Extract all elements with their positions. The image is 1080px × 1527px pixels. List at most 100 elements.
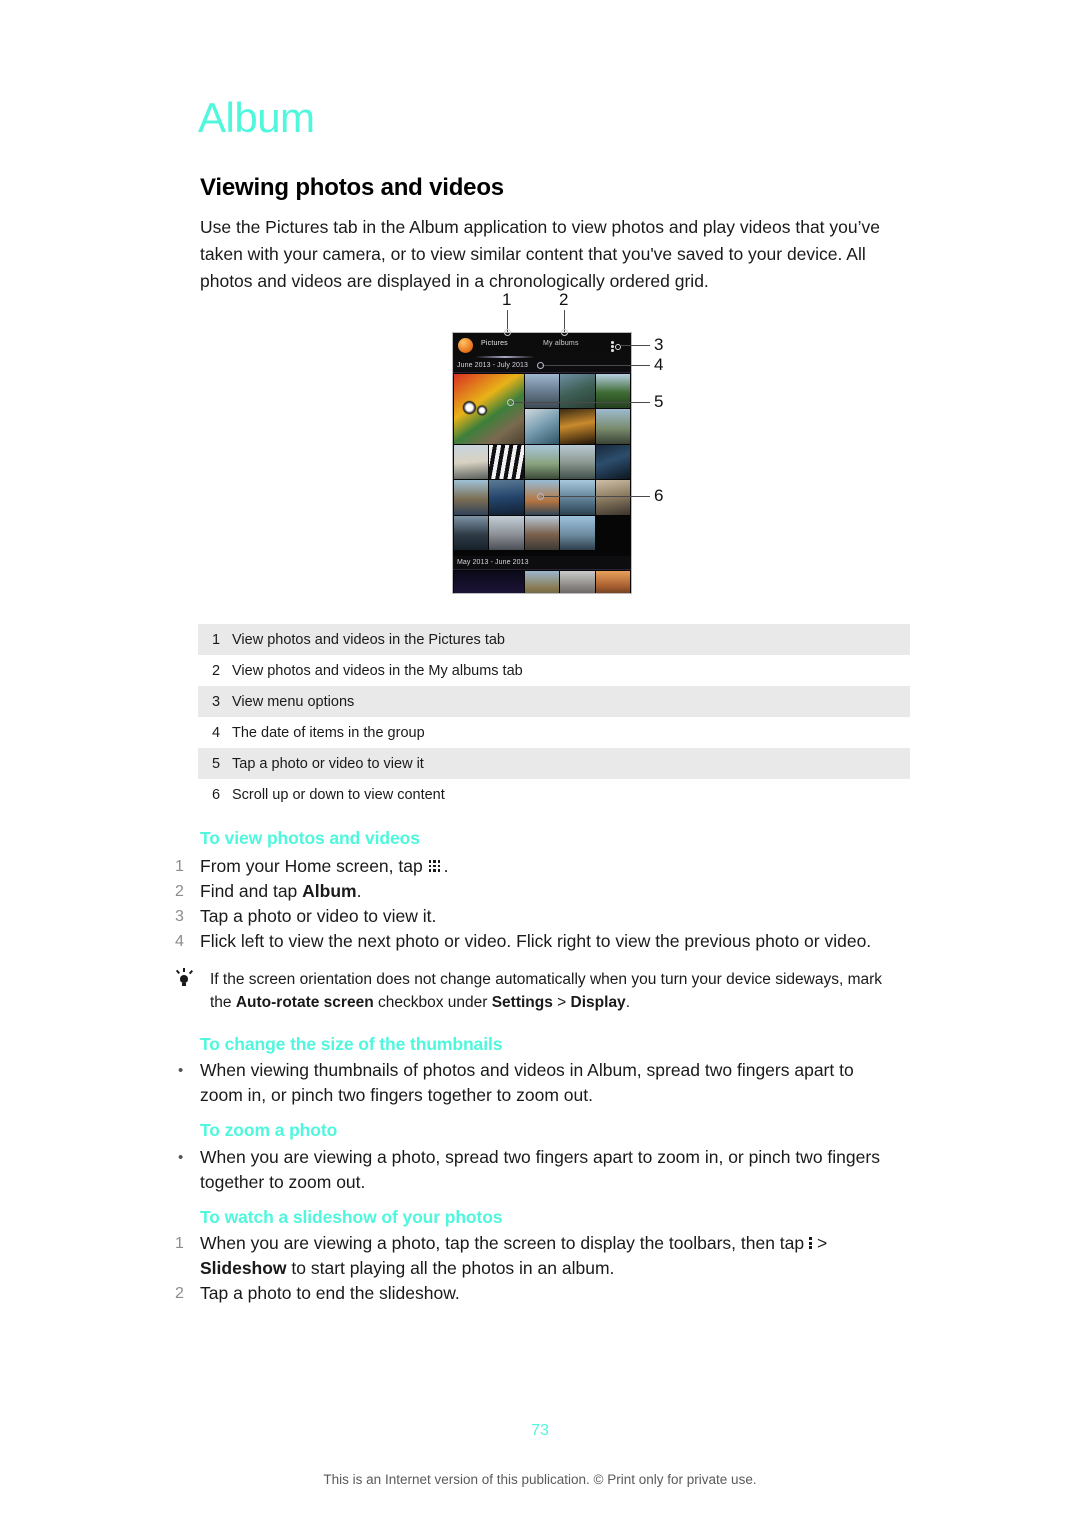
bullet-marker: • [178,1062,184,1079]
thumbnail[interactable] [560,571,595,593]
procedure-heading-zoom-photo: To zoom a photo [200,1120,338,1140]
callout-number-4: 4 [654,355,664,374]
table-row: 3 View menu options [198,686,910,717]
callout-anchor-4 [537,362,544,369]
step-text: When you are viewing a photo, tap the sc… [200,1233,828,1278]
legend-number: 4 [212,724,221,741]
list-item: • When you are viewing a photo, spread t… [172,1145,892,1195]
overflow-menu-icon[interactable] [611,341,621,352]
list-item: 3 Tap a photo or video to view it. [172,904,892,929]
page-number: 73 [531,1422,549,1439]
step-number: 3 [175,908,184,925]
legend-text: View photos and videos in the Pictures t… [232,631,505,648]
ui-term: Auto-rotate screen [235,994,374,1011]
list-item: 2 Tap a photo to end the slideshow. [172,1281,892,1306]
procedure-heading-view-photos: To view photos and videos [200,828,420,848]
thumbnail[interactable] [560,480,595,515]
ui-term: Settings [491,994,553,1011]
group-date-label-2: May 2013 - June 2013 [457,558,529,566]
album-app-icon [458,338,473,353]
thumbnail[interactable] [595,480,630,515]
chapter-title: Album [198,94,315,141]
thumbnail[interactable] [524,515,560,551]
legend-number: 5 [212,755,221,772]
procedure-heading-slideshow: To watch a slideshow of your photos [200,1207,503,1227]
list-item: 2 Find and tap Album. [172,879,892,904]
step-number: 2 [175,883,184,900]
app-drawer-icon [428,860,443,874]
list-item: • When viewing thumbnails of photos and … [172,1058,892,1108]
group-date-header-2: May 2013 - June 2013 [453,556,631,571]
thumbnail[interactable] [595,571,630,593]
callout-anchor-1 [504,329,511,336]
legend-text: View menu options [232,693,355,710]
legend-number: 1 [212,631,221,648]
step-text: Tap a photo or video to view it. [200,906,437,926]
thumbnail[interactable] [489,480,524,515]
table-row: 1 View photos and videos in the Pictures… [198,624,910,655]
step-number: 1 [175,1235,184,1252]
table-row: 5 Tap a photo or video to view it [198,748,910,779]
thumbnail[interactable] [595,374,630,409]
thumbnail[interactable] [454,571,524,593]
thumbnail[interactable] [489,515,524,551]
tab-selected-indicator [475,356,535,358]
procedure-steps-zoom-photo: • When you are viewing a photo, spread t… [172,1145,892,1195]
step-text: Tap a photo to end the slideshow. [200,1283,460,1303]
leader-line-4 [542,365,650,366]
thumbnail[interactable] [454,444,489,480]
legend-number: 6 [212,786,221,803]
group-date-label-1: June 2013 - July 2013 [457,361,528,369]
footer-note: This is an Internet version of this publ… [323,1472,757,1487]
thumbnail[interactable] [489,444,524,480]
thumbnail[interactable] [524,374,560,409]
tip-note: If the screen orientation does not chang… [174,968,894,1014]
tip-text: If the screen orientation does not chang… [210,971,883,1011]
step-text: When you are viewing a photo, spread two… [200,1147,880,1192]
callout-number-5: 5 [654,392,664,411]
app-topbar: Pictures My albums [453,333,631,359]
legend-text: View photos and videos in the My albums … [232,662,523,679]
list-item: 4 Flick left to view the next photo or v… [172,929,892,954]
thumbnail[interactable] [595,409,630,444]
tab-my-albums[interactable]: My albums [543,340,579,347]
tab-pictures[interactable]: Pictures [481,340,508,347]
intro-paragraph: Use the Pictures tab in the Album applic… [200,217,880,291]
thumbnail[interactable] [560,409,595,444]
leader-line-3 [620,345,650,346]
callout-number-3: 3 [654,335,664,354]
thumbnail[interactable] [524,444,560,480]
legend-number: 2 [212,662,221,679]
section-title: Viewing photos and videos [200,174,504,201]
overflow-menu-icon [809,1236,815,1251]
thumbnail-grid-group-1 [453,373,631,552]
legend-text: Scroll up or down to view content [232,786,445,803]
document-page: Album Viewing photos and videos Use the … [0,0,1080,1527]
thumbnail[interactable] [524,409,560,444]
thumbnail[interactable] [560,374,595,409]
table-row: 2 View photos and videos in the My album… [198,655,910,686]
procedure-steps-thumbnail-size: • When viewing thumbnails of photos and … [172,1058,892,1108]
thumbnail[interactable] [454,374,524,444]
procedure-heading-thumbnail-size: To change the size of the thumbnails [200,1034,503,1054]
legend-text: Tap a photo or video to view it [232,755,424,772]
thumbnail-grid-group-2 [453,570,631,593]
bullet-marker: • [178,1149,184,1166]
list-item: 1 When you are viewing a photo, tap the … [172,1231,892,1281]
leader-line-6 [542,496,650,497]
thumbnail[interactable] [560,444,595,480]
thumbnail[interactable] [524,571,560,593]
thumbnail[interactable] [454,480,489,515]
ui-term: Display [570,994,626,1011]
ui-term: Album [302,881,357,901]
thumbnail[interactable] [595,444,630,480]
figure-album-screenshot: Pictures My albums June 2013 - July 2013 [452,290,667,606]
phone-screenshot: Pictures My albums June 2013 - July 2013 [452,332,632,594]
callout-number-1: 1 [502,290,512,309]
step-number: 4 [175,933,184,950]
figure-legend-table: 1 View photos and videos in the Pictures… [198,624,910,810]
thumbnail[interactable] [454,515,489,551]
table-row: 6 Scroll up or down to view content [198,779,910,810]
thumbnail[interactable] [560,515,595,551]
callout-number-2: 2 [559,290,569,309]
